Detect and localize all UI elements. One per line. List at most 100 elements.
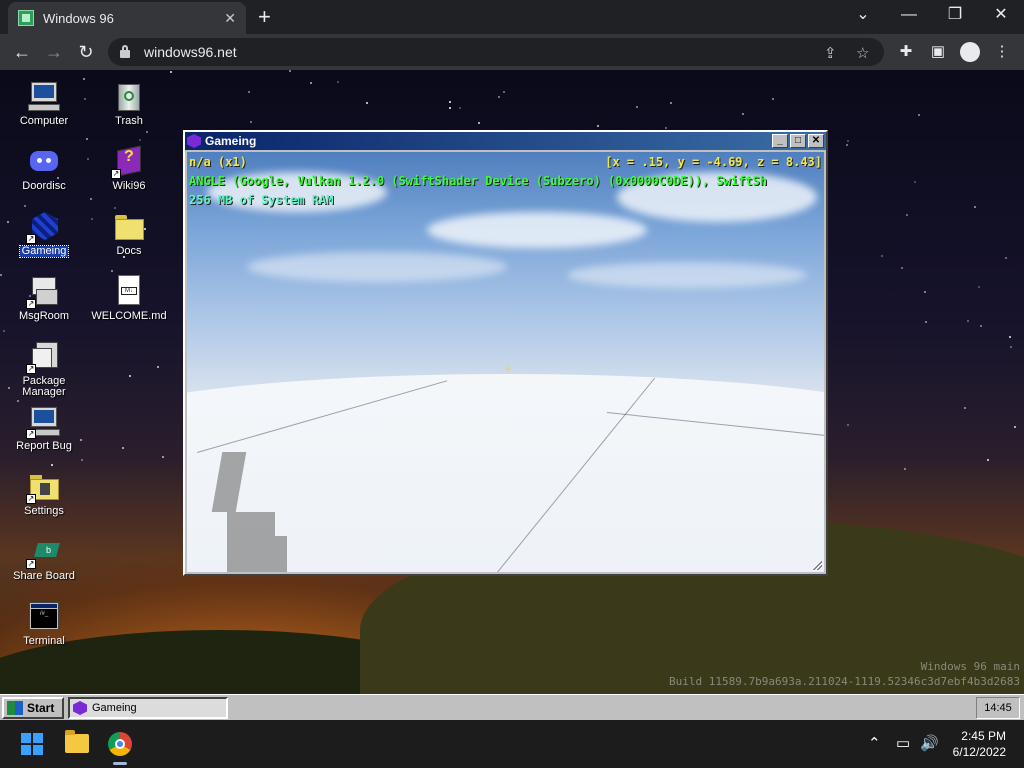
host-taskbar: ⌃ ▭ 🔊 2:45 PM 6/12/2022 [0, 720, 1024, 768]
star [114, 207, 116, 209]
windows-start-icon[interactable] [21, 733, 43, 755]
desktop-icon-wiki96[interactable]: ? ↗ Wiki96 [89, 145, 169, 192]
star [0, 274, 2, 276]
star [90, 198, 92, 200]
window-minimize-button[interactable]: _ [772, 134, 788, 148]
star [914, 181, 916, 183]
shortcut-arrow-icon: ↗ [26, 429, 36, 439]
profile-avatar-icon[interactable] [960, 42, 980, 62]
back-button[interactable]: ← [10, 40, 34, 64]
tab-close-icon[interactable]: ✕ [224, 10, 236, 27]
url-text: windows96.net [144, 44, 237, 60]
star [925, 321, 927, 323]
close-window-button[interactable]: ✕ [986, 4, 1016, 26]
desktop-icon-msgroom[interactable]: ↗ MsgRoom [4, 275, 84, 322]
network-icon[interactable]: ▭ [896, 734, 910, 752]
star [987, 459, 989, 461]
desktop-icon-package-manager[interactable]: ↗ Package Manager [4, 340, 84, 398]
share-icon[interactable]: ⇪ [824, 44, 837, 62]
win96-taskbar: Start Gameing 14:45 [0, 694, 1024, 720]
shortcut-arrow-icon: ↗ [26, 299, 36, 309]
volume-icon[interactable]: 🔊 [920, 734, 939, 752]
window-maximize-button[interactable]: □ [790, 134, 806, 148]
player-shadow [227, 512, 275, 536]
desktop-icon-gameing[interactable]: ↗ Gameing [4, 210, 84, 258]
desktop-icon-doordisc[interactable]: Doordisc [4, 145, 84, 192]
minimize-window-button[interactable]: — [894, 4, 924, 26]
resize-grip-icon[interactable] [812, 560, 822, 570]
desktop-icon-label: Trash [115, 115, 143, 127]
system-clock[interactable]: 2:45 PM 6/12/2022 [953, 728, 1006, 760]
window-close-button[interactable]: ✕ [808, 134, 824, 148]
reload-button[interactable]: ↻ [74, 40, 98, 64]
star [597, 125, 599, 127]
window-title: Gameing [205, 134, 257, 148]
star [366, 102, 368, 104]
star [111, 270, 113, 272]
taskbar-task-gameing[interactable]: Gameing [68, 697, 228, 719]
star [1009, 336, 1011, 338]
star [146, 131, 148, 133]
extensions-icon[interactable]: ✚ [896, 42, 916, 60]
desktop-icon-label: Computer [19, 115, 69, 127]
desktop-icon-terminal[interactable]: /#_ Terminal [4, 600, 84, 647]
browser-tab[interactable]: Windows 96 ✕ [8, 2, 246, 34]
markdown-file-icon: M↓ [113, 275, 145, 307]
hud-coordinates: [x = .15, y = -4.69, z = 8.43] [605, 155, 822, 169]
browser-menu-icon[interactable]: ⋮ [992, 42, 1012, 60]
new-tab-button[interactable]: + [258, 4, 271, 30]
desktop-icon-label: Gameing [18, 245, 70, 258]
star [162, 456, 164, 458]
tab-search-icon[interactable]: ⌄ [848, 4, 878, 26]
side-panel-icon[interactable]: ▣ [928, 42, 948, 60]
star [17, 400, 19, 402]
desktop-icon-label: MsgRoom [18, 310, 70, 322]
package-manager-icon: ↗ [26, 340, 60, 374]
lock-icon[interactable] [120, 45, 130, 58]
gameing-icon: ↗ [26, 210, 60, 244]
star [964, 407, 966, 409]
chrome-icon[interactable] [108, 732, 132, 756]
star [967, 320, 969, 322]
bookmark-star-icon[interactable]: ☆ [856, 44, 869, 62]
start-button[interactable]: Start [2, 697, 64, 719]
restore-window-button[interactable]: ❐ [940, 4, 970, 26]
task-label: Gameing [92, 702, 137, 714]
shortcut-arrow-icon: ↗ [26, 559, 36, 569]
file-explorer-icon[interactable] [65, 730, 89, 753]
star [170, 71, 172, 73]
desktop-icon-report-bug[interactable]: ↗ Report Bug [4, 405, 84, 452]
desktop-icon-trash[interactable]: Trash [89, 80, 169, 127]
window-titlebar[interactable]: Gameing _ □ ✕ [185, 132, 826, 150]
win96-desktop[interactable]: Computer Trash Doordisc ? ↗ Wiki96 ↗ Gam… [0, 70, 1024, 694]
gameing-window[interactable]: Gameing _ □ ✕ + n/a (x1) [x = .15, y = -… [183, 130, 828, 576]
address-bar[interactable]: windows96.net ⇪ ☆ [108, 38, 884, 66]
desktop-icon-share-board[interactable]: b ↗ Share Board [4, 535, 84, 582]
star [1014, 426, 1016, 428]
trash-icon [113, 80, 145, 112]
hud-memory: 256 MB of System RAM [189, 193, 334, 207]
system-date: 6/12/2022 [952, 745, 1006, 759]
star [918, 114, 920, 116]
player-shadow [227, 536, 287, 572]
desktop-icon-settings[interactable]: ↗ Settings [4, 470, 84, 517]
browser-tab-strip: Windows 96 ✕ + ⌄ — ❐ ✕ [0, 0, 1024, 34]
report-bug-icon: ↗ [26, 405, 60, 439]
desktop-icon-welcome-md[interactable]: M↓ WELCOME.md [89, 275, 169, 322]
star [847, 140, 849, 142]
star [924, 291, 926, 293]
star [248, 91, 250, 93]
cloud [567, 262, 807, 288]
forward-button[interactable]: → [42, 40, 66, 64]
desktop-icon-computer[interactable]: Computer [4, 80, 84, 127]
desktop-icon-docs[interactable]: Docs [89, 210, 169, 257]
star [122, 447, 124, 449]
win96-clock[interactable]: 14:45 [976, 697, 1020, 719]
game-viewport[interactable]: + n/a (x1) [x = .15, y = -4.69, z = 8.43… [187, 152, 824, 572]
desktop-icon-label: Docs [116, 245, 142, 257]
show-hidden-icons-chevron-icon[interactable]: ⌃ [868, 734, 881, 752]
desktop-icon-label: Terminal [23, 635, 65, 647]
active-app-indicator [113, 762, 127, 765]
system-time: 2:45 PM [961, 729, 1006, 743]
star [129, 375, 131, 377]
